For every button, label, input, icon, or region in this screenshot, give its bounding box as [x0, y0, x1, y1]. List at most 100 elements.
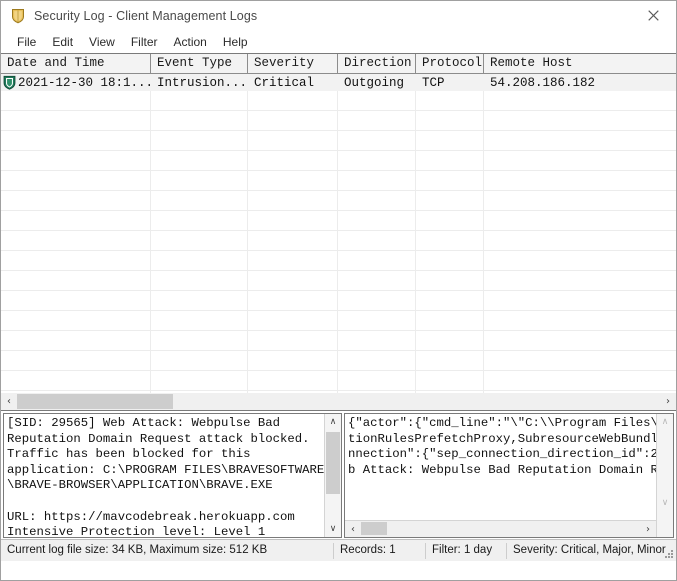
menu-bar: File Edit View Filter Action Help: [1, 31, 676, 53]
empty-table-row[interactable]: [1, 91, 676, 111]
empty-table-cell: [338, 271, 416, 290]
empty-table-cell: [151, 331, 248, 350]
empty-table-row[interactable]: [1, 191, 676, 211]
empty-table-cell: [1, 371, 151, 390]
menu-item-action[interactable]: Action: [166, 33, 215, 52]
empty-table-cell: [484, 111, 676, 130]
menu-item-edit[interactable]: Edit: [44, 33, 81, 52]
empty-table-cell: [338, 251, 416, 270]
empty-table-cell: [338, 331, 416, 350]
empty-table-cell: [416, 111, 484, 130]
table-header-row: Date and Time Event Type Severity Direct…: [1, 54, 676, 74]
security-log-window: Security Log - Client Management Logs Fi…: [0, 0, 677, 581]
detail-panes: [SID: 29565] Web Attack: Webpulse Bad Re…: [1, 411, 676, 539]
event-description-pane: [SID: 29565] Web Attack: Webpulse Bad Re…: [3, 413, 342, 538]
cell-date-and-time-text: 2021-12-30 18:1...: [18, 75, 151, 90]
empty-table-cell: [1, 251, 151, 270]
empty-table-cell: [484, 191, 676, 210]
empty-table-row[interactable]: [1, 311, 676, 331]
empty-table-cell: [338, 351, 416, 370]
scroll-right-arrow-icon[interactable]: ›: [640, 521, 656, 538]
table-horizontal-scrollbar[interactable]: ‹ ›: [1, 393, 676, 410]
empty-table-cell: [151, 111, 248, 130]
empty-table-row[interactable]: [1, 111, 676, 131]
event-description-text[interactable]: [SID: 29565] Web Attack: Webpulse Bad Re…: [4, 414, 324, 537]
column-header-date-and-time[interactable]: Date and Time: [1, 54, 151, 73]
empty-table-row[interactable]: [1, 171, 676, 191]
shield-icon-critical: [3, 75, 16, 90]
column-header-severity[interactable]: Severity: [248, 54, 338, 73]
empty-table-row[interactable]: [1, 151, 676, 171]
empty-table-cell: [1, 351, 151, 370]
scroll-right-arrow-icon[interactable]: ›: [660, 393, 676, 410]
empty-table-row[interactable]: [1, 271, 676, 291]
resize-grip-icon[interactable]: [662, 547, 674, 559]
empty-table-cell: [151, 251, 248, 270]
empty-table-cell: [484, 331, 676, 350]
raw-event-json-text[interactable]: {"actor":{"cmd_line":"\"C:\\Program File…: [345, 414, 656, 520]
scroll-left-arrow-icon[interactable]: ‹: [1, 393, 17, 410]
scrollbar-thumb[interactable]: [17, 394, 173, 409]
scrollbar-thumb[interactable]: [326, 432, 340, 494]
empty-table-cell: [416, 311, 484, 330]
empty-table-cell: [248, 151, 338, 170]
empty-table-cell: [484, 251, 676, 270]
empty-table-cell: [1, 111, 151, 130]
empty-table-cell: [1, 211, 151, 230]
empty-table-row[interactable]: [1, 231, 676, 251]
column-header-remote-host[interactable]: Remote Host: [484, 54, 676, 73]
cell-protocol: TCP: [422, 75, 445, 90]
empty-table-cell: [151, 211, 248, 230]
empty-table-cell: [248, 331, 338, 350]
cell-remote-host: 54.208.186.182: [490, 75, 596, 90]
empty-table-row[interactable]: [1, 351, 676, 371]
empty-grid-rows: [1, 91, 676, 410]
empty-table-cell: [1, 191, 151, 210]
empty-table-cell: [338, 171, 416, 190]
scroll-down-arrow-icon[interactable]: ∨: [657, 495, 673, 511]
empty-table-cell: [151, 311, 248, 330]
cell-direction: Outgoing: [344, 75, 405, 90]
raw-event-json-vertical-scrollbar[interactable]: ∧ ∨: [656, 414, 673, 537]
empty-table-cell: [416, 151, 484, 170]
empty-table-cell: [151, 371, 248, 390]
raw-event-json-horizontal-scrollbar[interactable]: ‹ ›: [345, 520, 656, 537]
empty-table-row[interactable]: [1, 211, 676, 231]
column-header-direction[interactable]: Direction: [338, 54, 416, 73]
empty-table-cell: [484, 231, 676, 250]
empty-table-row[interactable]: [1, 291, 676, 311]
column-header-event-type[interactable]: Event Type: [151, 54, 248, 73]
empty-table-cell: [416, 251, 484, 270]
close-button[interactable]: [631, 1, 676, 30]
status-records-count: Records: 1: [340, 543, 396, 556]
empty-table-row[interactable]: [1, 371, 676, 391]
empty-table-cell: [338, 311, 416, 330]
menu-item-help[interactable]: Help: [215, 33, 256, 52]
empty-table-cell: [484, 151, 676, 170]
menu-item-file[interactable]: File: [9, 33, 44, 52]
event-description-vertical-scrollbar[interactable]: ∧ ∨: [324, 414, 341, 537]
empty-table-cell: [1, 171, 151, 190]
empty-table-cell: [248, 91, 338, 110]
empty-table-cell: [151, 191, 248, 210]
empty-table-row[interactable]: [1, 251, 676, 271]
empty-table-cell: [151, 291, 248, 310]
menu-item-view[interactable]: View: [81, 33, 123, 52]
empty-table-cell: [416, 371, 484, 390]
empty-table-row[interactable]: [1, 331, 676, 351]
scroll-up-arrow-icon[interactable]: ∧: [657, 414, 673, 430]
scroll-up-arrow-icon[interactable]: ∧: [325, 414, 341, 430]
scroll-left-arrow-icon[interactable]: ‹: [345, 521, 361, 538]
table-row[interactable]: 2021-12-30 18:1... Intrusion... Critical…: [1, 74, 676, 91]
column-header-protocol[interactable]: Protocol: [416, 54, 484, 73]
empty-table-cell: [248, 271, 338, 290]
empty-table-row[interactable]: [1, 131, 676, 151]
empty-table-cell: [1, 331, 151, 350]
scroll-down-arrow-icon[interactable]: ∨: [325, 521, 341, 537]
status-log-file-size: Current log file size: 34 KB, Maximum si…: [7, 543, 268, 556]
empty-table-cell: [416, 211, 484, 230]
scrollbar-thumb[interactable]: [361, 522, 387, 535]
menu-item-filter[interactable]: Filter: [123, 33, 166, 52]
empty-table-cell: [1, 131, 151, 150]
empty-table-cell: [484, 311, 676, 330]
